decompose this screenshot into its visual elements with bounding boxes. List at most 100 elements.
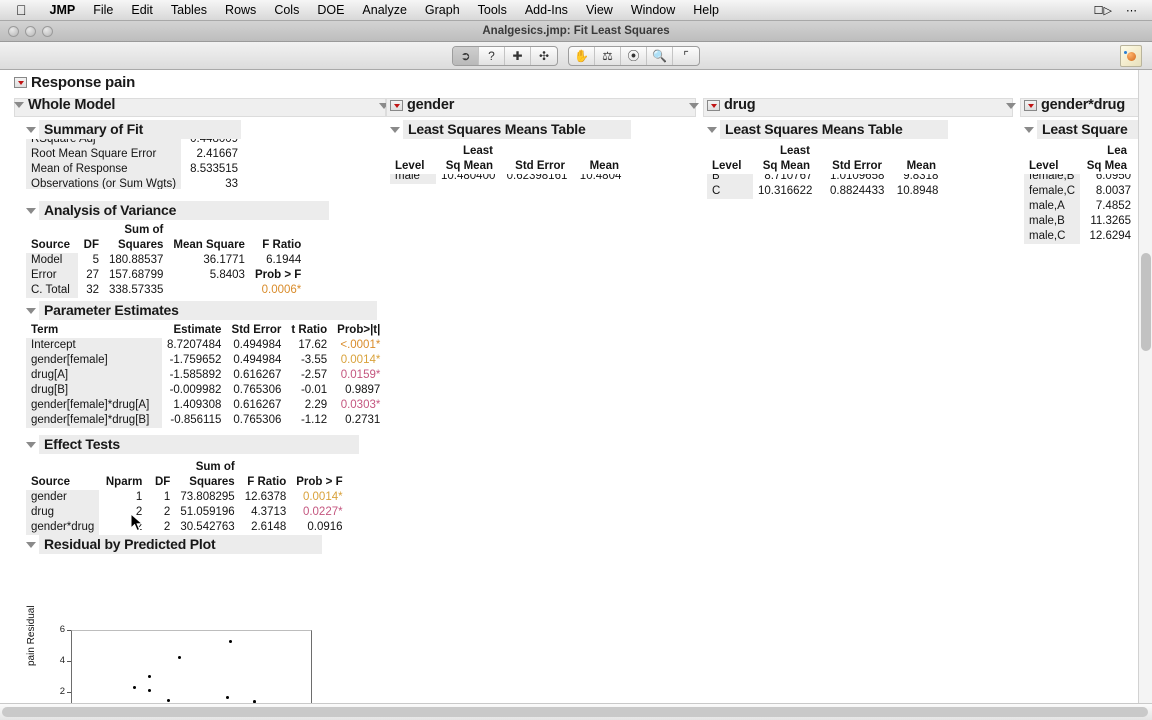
cell-t: 2.29 — [304, 399, 328, 411]
cell-ss: 338.57335 — [109, 284, 164, 296]
effect-tests-title: Effect Tests — [39, 435, 359, 454]
vertical-scrollbar-thumb[interactable] — [1141, 253, 1151, 351]
cell-nparm: 1 — [135, 491, 143, 503]
col-squares: Squares — [117, 239, 164, 251]
genderdrug-lsm-header[interactable]: Least Square — [1024, 120, 1138, 139]
table-row: gender 1 1 73.808295 12.6378 0.0014* — [26, 490, 348, 505]
outline-drug[interactable]: drug — [707, 97, 756, 113]
menu-item-add-ins[interactable]: Add-Ins — [516, 3, 577, 17]
question-help-icon[interactable]: ? — [479, 46, 505, 65]
table-header-row: Level Sq Mea — [1024, 159, 1132, 174]
anova-header[interactable]: Analysis of Variance — [26, 201, 329, 220]
red-triangle-menu-icon[interactable] — [14, 77, 27, 88]
menu-item-cols[interactable]: Cols — [265, 3, 308, 17]
cell-df: 5 — [92, 254, 99, 266]
grabber-hand-icon[interactable]: ✋ — [569, 46, 595, 65]
gender-lsm-header[interactable]: Least Squares Means Table — [390, 120, 631, 139]
outline-response-pain[interactable]: Response pain — [14, 74, 135, 91]
drug-collapse-icon[interactable] — [1006, 103, 1016, 109]
outline-gender-drug[interactable]: gender*drug — [1024, 97, 1125, 113]
apple-logo-icon[interactable]:  — [16, 3, 27, 17]
red-triangle-menu-icon[interactable] — [1024, 99, 1037, 111]
row-value: 8.533515 — [190, 163, 239, 175]
menu-item-window[interactable]: Window — [622, 3, 684, 17]
horizontal-scrollbar[interactable] — [0, 703, 1152, 720]
cell-t: 17.62 — [298, 339, 328, 351]
cell-ss: 73.808295 — [180, 491, 235, 503]
cell-estimate: -0.856115 — [170, 414, 222, 426]
table-header-row-top: Sum of — [26, 223, 306, 238]
effect-tests-header[interactable]: Effect Tests — [26, 435, 359, 454]
move-hand-icon[interactable]: ✣ — [531, 47, 557, 65]
outline-gender[interactable]: gender — [390, 97, 454, 113]
red-triangle-menu-icon[interactable] — [390, 99, 403, 111]
magnifier-icon[interactable]: 🔍 — [647, 46, 673, 65]
table-row: Model 5 180.88537 36.1771 6.1944 — [26, 253, 306, 268]
menu-item-tools[interactable]: Tools — [469, 3, 516, 17]
gender-collapse-icon[interactable] — [689, 103, 699, 109]
y-axis-tick-mark — [67, 661, 71, 663]
cell-pvalue: 0.0014* — [340, 354, 381, 366]
parameter-estimates-header[interactable]: Parameter Estimates — [26, 301, 385, 320]
scatter-point[interactable] — [147, 688, 151, 692]
menu-item-rows[interactable]: Rows — [216, 3, 265, 17]
menu-item-view[interactable]: View — [577, 3, 622, 17]
table-row: male 10.480400 0.62398161 10.4804 — [390, 174, 626, 184]
cell-t: -0.01 — [300, 384, 328, 396]
menu-item-analyze[interactable]: Analyze — [353, 3, 415, 17]
disclosure-triangle-icon[interactable] — [26, 441, 36, 448]
col-mean: Mean — [906, 160, 936, 172]
menu-item-help[interactable]: Help — [684, 3, 728, 17]
disclosure-triangle-icon[interactable] — [14, 102, 24, 108]
summary-of-fit-header[interactable]: Summary of Fit — [26, 120, 243, 139]
menu-item-edit[interactable]: Edit — [122, 3, 162, 17]
red-triangle-menu-icon[interactable] — [707, 99, 720, 111]
col-df: DF — [83, 239, 99, 251]
drug-lsm-header[interactable]: Least Squares Means Table — [707, 120, 948, 139]
cell-ms: 36.1771 — [203, 254, 245, 266]
window-title-bar[interactable]: Analgesics.jmp: Fit Least Squares — [0, 21, 1152, 42]
menu-item-doe[interactable]: DOE — [308, 3, 353, 17]
menu-item-jmp[interactable]: JMP — [41, 3, 85, 17]
residual-plot-header[interactable]: Residual by Predicted Plot — [26, 535, 322, 554]
jmp-report-icon[interactable] — [1120, 45, 1142, 67]
cell-source: C. Total — [26, 283, 78, 298]
col-estimate: Estimate — [173, 324, 222, 336]
disclosure-triangle-icon[interactable] — [26, 126, 36, 133]
drug-lsm-title: Least Squares Means Table — [720, 120, 948, 139]
brush-icon[interactable]: ⚖ — [595, 46, 621, 65]
gender-panel-title: gender — [407, 97, 455, 113]
arrow-select-icon[interactable]: ➲ — [453, 46, 479, 65]
disclosure-triangle-icon[interactable] — [390, 126, 400, 133]
residual-scatter-plot[interactable]: pain Residual -20246 — [26, 605, 312, 703]
menu-item-file[interactable]: File — [84, 3, 122, 17]
disclosure-triangle-icon[interactable] — [707, 126, 717, 133]
cell-source: Error — [26, 268, 78, 283]
disclosure-triangle-icon[interactable] — [26, 307, 36, 314]
genderdrug-lsm-title: Least Square — [1037, 120, 1138, 139]
disclosure-triangle-icon[interactable] — [1024, 126, 1034, 133]
disclosure-triangle-icon[interactable] — [26, 541, 36, 548]
lasso-icon[interactable]: ⦿ — [621, 46, 647, 65]
vertical-scrollbar[interactable] — [1138, 70, 1152, 703]
crosshairs-tool-icon[interactable]: ⌜ — [673, 47, 699, 65]
least-header: Lea — [1107, 145, 1127, 157]
crosshair-icon[interactable]: ✚ — [505, 46, 531, 65]
overflow-dots-icon[interactable]: ⋯ — [1119, 4, 1144, 17]
table-row: C. Total 32 338.57335 0.0006* — [26, 283, 306, 298]
residual-plot-section: Residual by Predicted Plot — [26, 535, 322, 554]
menu-item-tables[interactable]: Tables — [162, 3, 216, 17]
outline-whole-model[interactable]: Whole Model — [14, 97, 115, 113]
horizontal-scrollbar-thumb[interactable] — [2, 707, 1148, 717]
table-row: female,B 6.0950 — [1024, 174, 1136, 184]
cell-level: male,A — [1024, 199, 1081, 214]
scatter-point[interactable] — [228, 639, 232, 643]
disclosure-triangle-icon[interactable] — [26, 207, 36, 214]
screen-record-icon[interactable]: ☐▷ — [1087, 4, 1119, 17]
genderdrug-lsm-rows: female,B 6.0950 female,C 8.0037 male,A 7… — [1024, 174, 1136, 244]
menu-item-graph[interactable]: Graph — [416, 3, 469, 17]
genderdrug-lsm-section: Least Square Lea Level Sq Mea female,B 6… — [1024, 120, 1138, 254]
cell-pvalue: 0.9897 — [345, 384, 381, 396]
cell-t: -3.55 — [300, 354, 328, 366]
col-source: Source — [31, 239, 70, 251]
